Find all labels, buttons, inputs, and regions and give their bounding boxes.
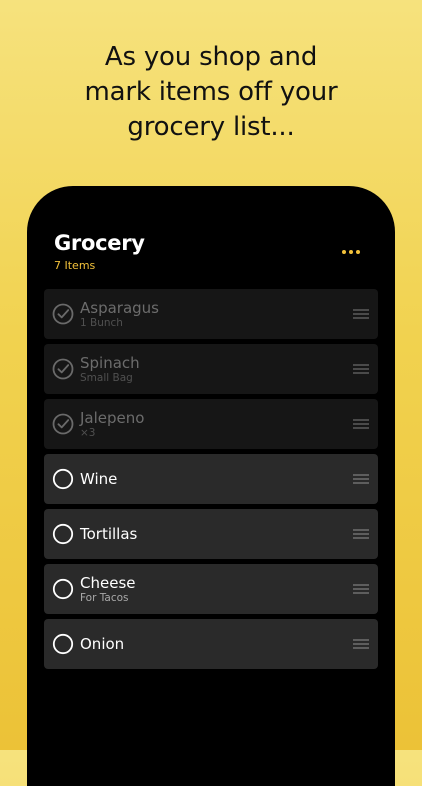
item-name: Jalepeno <box>80 409 145 427</box>
list-item[interactable]: Onion <box>44 619 378 669</box>
more-dots-icon <box>342 250 346 254</box>
checkmark-circle-icon[interactable] <box>52 358 74 380</box>
item-text: Onion <box>80 619 124 669</box>
drag-handle-icon[interactable] <box>353 307 369 321</box>
drag-handle-icon[interactable] <box>353 582 369 596</box>
list-title: Grocery <box>54 231 145 255</box>
list-item[interactable]: Asparagus 1 Bunch <box>44 289 378 339</box>
item-name: Asparagus <box>80 299 159 317</box>
item-note: For Tacos <box>80 592 129 604</box>
list-item[interactable]: Jalepeno ×3 <box>44 399 378 449</box>
list-item[interactable]: Wine <box>44 454 378 504</box>
item-text: Wine <box>80 454 117 504</box>
list-item[interactable]: Tortillas <box>44 509 378 559</box>
item-name: Tortillas <box>80 525 138 543</box>
item-note: ×3 <box>80 427 96 439</box>
item-text: Jalepeno ×3 <box>80 399 144 449</box>
more-options-button[interactable] <box>337 244 365 260</box>
drag-handle-icon[interactable] <box>353 527 369 541</box>
empty-circle-icon[interactable] <box>52 633 74 655</box>
marketing-headline: As you shop and mark items off your groc… <box>0 40 422 145</box>
item-name: Cheese <box>80 574 136 592</box>
drag-handle-icon[interactable] <box>353 417 369 431</box>
item-name: Spinach <box>80 354 140 372</box>
item-name: Wine <box>80 470 118 488</box>
headline-line-1: As you shop and <box>104 42 318 72</box>
list-item[interactable]: Spinach Small Bag <box>44 344 378 394</box>
item-name: Onion <box>80 635 125 653</box>
item-text: Asparagus 1 Bunch <box>80 289 159 339</box>
drag-handle-icon[interactable] <box>353 362 369 376</box>
headline-line-3: grocery list... <box>127 112 295 142</box>
drag-handle-icon[interactable] <box>353 637 369 651</box>
item-text: Cheese For Tacos <box>80 564 135 614</box>
list-item[interactable]: Cheese For Tacos <box>44 564 378 614</box>
grocery-list: Asparagus 1 Bunch Spinach Small Bag Jalepeno… <box>44 289 378 674</box>
phone-frame: Grocery 7 Items Asparagus 1 Bunch Spinach S… <box>27 186 395 786</box>
item-text: Spinach Small Bag <box>80 344 140 394</box>
item-count: 7 Items <box>54 259 96 272</box>
checkmark-circle-icon[interactable] <box>52 413 74 435</box>
drag-handle-icon[interactable] <box>353 472 369 486</box>
empty-circle-icon[interactable] <box>52 578 74 600</box>
item-note: Small Bag <box>80 372 133 384</box>
item-text: Tortillas <box>80 509 137 559</box>
item-note: 1 Bunch <box>80 317 123 329</box>
empty-circle-icon[interactable] <box>52 468 74 490</box>
empty-circle-icon[interactable] <box>52 523 74 545</box>
checkmark-circle-icon[interactable] <box>52 303 74 325</box>
headline-line-2: mark items off your <box>84 77 338 107</box>
